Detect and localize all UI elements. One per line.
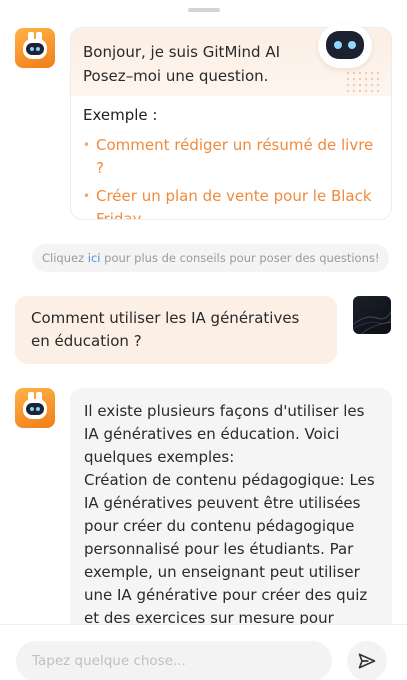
greeting-line-1: Bonjour, je suis GitMind AI (83, 43, 281, 61)
user-message-bubble: Comment utiliser les IA génératives en é… (15, 296, 337, 364)
bot-avatar (15, 28, 55, 68)
drag-handle[interactable] (188, 8, 220, 12)
example-list: Comment rédiger un résumé de livre ? Cré… (83, 134, 383, 219)
dot-pattern (345, 70, 381, 92)
tips-hint: Cliquez ici pour plus de conseils pour p… (32, 244, 390, 272)
greeting-line-2: Posez–moi une question. (83, 67, 269, 85)
robot-mascot-icon (318, 22, 372, 68)
message-input[interactable] (16, 641, 332, 680)
bot-avatar (15, 388, 55, 428)
user-avatar (353, 296, 391, 334)
example-item[interactable]: Comment rédiger un résumé de livre ? (83, 134, 383, 180)
user-avatar-image (353, 310, 391, 334)
bot-message-bubble: Il existe plusieurs façons d'utiliser le… (70, 388, 392, 638)
example-item[interactable]: Créer un plan de vente pour le Black Fri… (83, 185, 383, 219)
send-button[interactable] (347, 641, 387, 680)
example-title: Exemple : (83, 106, 158, 126)
tips-link[interactable]: ici (88, 251, 101, 265)
send-icon (358, 653, 376, 669)
